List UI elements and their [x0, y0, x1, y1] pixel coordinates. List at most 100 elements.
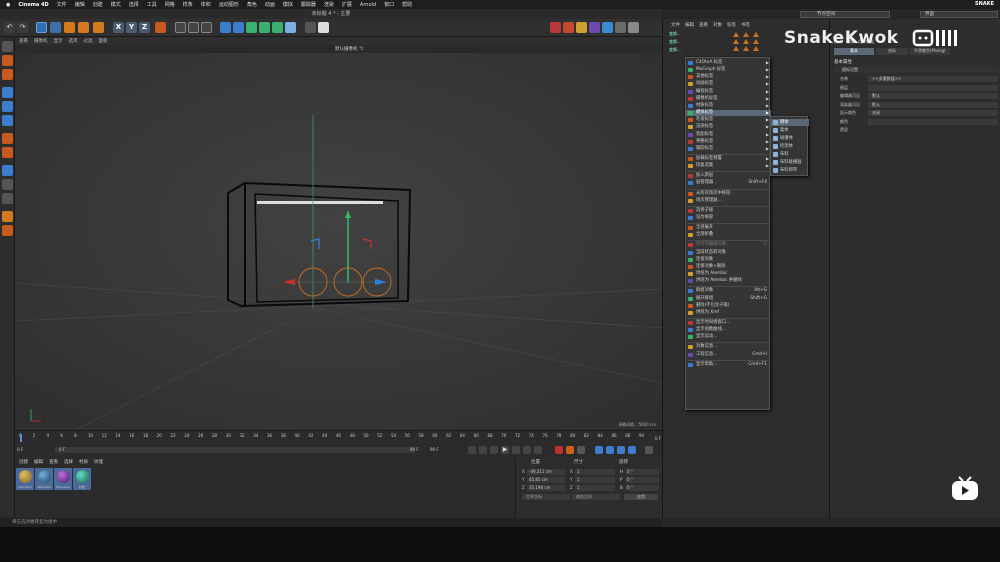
3d-viewport[interactable]: 网格间距 : 5000 cm — [15, 53, 662, 430]
coord-system-icon[interactable] — [155, 22, 166, 33]
key-rotation-icon[interactable] — [617, 446, 625, 454]
group-title[interactable]: 图标设置 — [834, 67, 999, 73]
context-menu-item[interactable]: 转为可编辑对象 C — [686, 242, 771, 248]
range-end[interactable]: 90 F — [410, 447, 419, 452]
cube-icon[interactable] — [220, 22, 231, 33]
context-menu-item[interactable]: 模拟标签 ▶ — [686, 110, 771, 117]
menu-create[interactable]: 创建 — [93, 1, 103, 8]
go-end-icon[interactable] — [534, 446, 542, 454]
tab-basic[interactable]: 基本 — [834, 48, 874, 55]
context-menu-item[interactable]: 骨骼标签 ▶ — [686, 139, 771, 145]
rotation-field[interactable]: 0 ° — [625, 477, 659, 483]
range-start[interactable]: 0 F — [55, 447, 415, 453]
apply-button[interactable]: 应用 — [624, 494, 658, 500]
context-menu-item[interactable]: 显示时间线窗口... — [686, 320, 771, 326]
auto-key-icon[interactable] — [566, 446, 574, 454]
submenu-item[interactable]: 检测体 — [771, 143, 809, 150]
key-param-icon[interactable] — [628, 446, 636, 454]
obj-menu-bookmark[interactable]: 书签 — [741, 22, 750, 28]
menu-character[interactable]: 角色 — [247, 1, 257, 8]
mat-menu-select[interactable]: 选择 — [64, 459, 73, 465]
make-editable-icon[interactable] — [2, 41, 13, 52]
obj-menu-tag[interactable]: 标签 — [727, 22, 736, 28]
context-menu-item[interactable]: 烘焙为 Xref — [686, 310, 771, 316]
cloner-icon[interactable] — [259, 22, 270, 33]
sculpt-icon[interactable] — [2, 225, 13, 236]
submenu-item[interactable]: 柔体 — [771, 127, 809, 134]
undo-icon[interactable]: ↶ — [4, 22, 15, 33]
context-menu-item[interactable]: 展开群组 Shift+G — [686, 296, 771, 302]
tab-phong[interactable]: 平滑着色(Phong) — [910, 48, 950, 55]
prev-key-icon[interactable] — [479, 446, 487, 454]
model-mode-icon[interactable] — [2, 55, 13, 66]
menu-animate[interactable]: 动画 — [265, 1, 275, 8]
context-menu-item[interactable]: 显示帮助... Cmd+F1 — [686, 362, 771, 368]
context-menu-item[interactable]: 从所有场次中移除 — [686, 191, 771, 197]
material-swatch[interactable]: Standard — [54, 468, 72, 490]
axis-y-button[interactable]: Y — [126, 22, 137, 33]
mat-menu-view[interactable]: 查看 — [49, 459, 58, 465]
record-icon[interactable] — [555, 446, 563, 454]
material-swatch[interactable]: Standard — [35, 468, 53, 490]
context-menu-item[interactable]: 选择子级 — [686, 208, 771, 214]
tab-coord[interactable]: 坐标 — [876, 48, 908, 55]
mat-menu-material[interactable]: 材质 — [79, 459, 88, 465]
key-scale-icon[interactable] — [606, 446, 614, 454]
timeline-ruler[interactable]: 0246810121416182022242628303234363840424… — [19, 433, 659, 441]
render-view-icon[interactable] — [175, 22, 186, 33]
floor-icon[interactable] — [285, 22, 296, 33]
context-menu-item[interactable]: 场次管理器... — [686, 198, 771, 204]
subdivision-icon[interactable] — [246, 22, 257, 33]
render-queue-icon[interactable] — [550, 22, 561, 33]
axis-x-button[interactable]: X — [113, 22, 124, 33]
context-menu-item[interactable]: 层管理器... Shift+F4 — [686, 180, 771, 186]
camera-label[interactable]: 默认摄像机 ℃ — [335, 46, 364, 52]
menu-mograph[interactable]: 运动图形 — [219, 1, 239, 8]
camera-icon[interactable] — [305, 22, 316, 33]
apple-icon[interactable]: ● — [6, 2, 10, 8]
arnold-render-icon[interactable] — [563, 22, 574, 33]
submenu-item[interactable]: 布料碰撞器 — [771, 159, 809, 166]
context-menu-item[interactable]: 动画标签 ▶ — [686, 81, 771, 87]
context-menu-item[interactable]: 摄像机标签 ▶ — [686, 96, 771, 102]
context-menu-item[interactable]: 对象信息... — [686, 344, 771, 350]
mat-menu-texture[interactable]: 纹理 — [94, 459, 103, 465]
submenu-item[interactable]: 布料 — [771, 151, 809, 158]
context-menu-item[interactable]: 毛发标签 ▶ — [686, 117, 771, 123]
texture-mode-icon[interactable] — [2, 69, 13, 80]
render-settings-icon[interactable] — [201, 22, 212, 33]
context-menu-item[interactable]: 设为根部 — [686, 215, 771, 221]
menu-volume[interactable]: 体积 — [201, 1, 211, 8]
menu-tracker[interactable]: 跟踪器 — [301, 1, 316, 8]
menu-window[interactable]: 窗口 — [384, 1, 394, 8]
snap-icon[interactable] — [2, 165, 13, 176]
context-menu-item[interactable]: 跟踪标签 ▶ — [686, 146, 771, 152]
menu-help[interactable]: 帮助 — [402, 1, 412, 8]
tv-icon[interactable] — [950, 476, 980, 502]
axis-z-button[interactable]: Z — [139, 22, 150, 33]
timeline-settings-icon[interactable] — [645, 446, 653, 454]
menu-spline[interactable]: 样条 — [183, 1, 193, 8]
menu-tools[interactable]: 工具 — [147, 1, 157, 8]
object-tags[interactable] — [733, 32, 773, 52]
uv-mode-icon[interactable] — [2, 133, 13, 144]
arnold-ipr-icon[interactable] — [602, 22, 613, 33]
context-menu-item[interactable]: 编程标签 ▶ — [686, 89, 771, 95]
size-field[interactable]: 1 — [575, 477, 615, 483]
solo-icon[interactable] — [2, 211, 13, 222]
context-menu-item[interactable]: 当前状态转对象 — [686, 250, 771, 256]
max-frame[interactable]: 90 F — [430, 447, 439, 452]
arnold-scene-icon[interactable] — [615, 22, 626, 33]
context-menu-item[interactable]: 加入新层 — [686, 173, 771, 179]
context-menu-item[interactable]: 连接对象 — [686, 257, 771, 263]
arnold-shader-icon[interactable] — [589, 22, 600, 33]
menu-edit[interactable]: 编辑 — [75, 1, 85, 8]
menu-mesh[interactable]: 网格 — [165, 1, 175, 8]
context-menu-item[interactable]: 加载标签预置 ▶ — [686, 156, 771, 162]
context-menu-item[interactable]: 材质标签 ▶ — [686, 103, 771, 109]
obj-menu-view[interactable]: 查看 — [699, 22, 708, 28]
context-menu-item[interactable]: 群组对象 Alt+G — [686, 288, 771, 294]
submenu-item[interactable]: 碰撞体 — [771, 135, 809, 142]
polygons-mode-icon[interactable] — [2, 115, 13, 126]
menu-extensions[interactable]: 扩展 — [342, 1, 352, 8]
